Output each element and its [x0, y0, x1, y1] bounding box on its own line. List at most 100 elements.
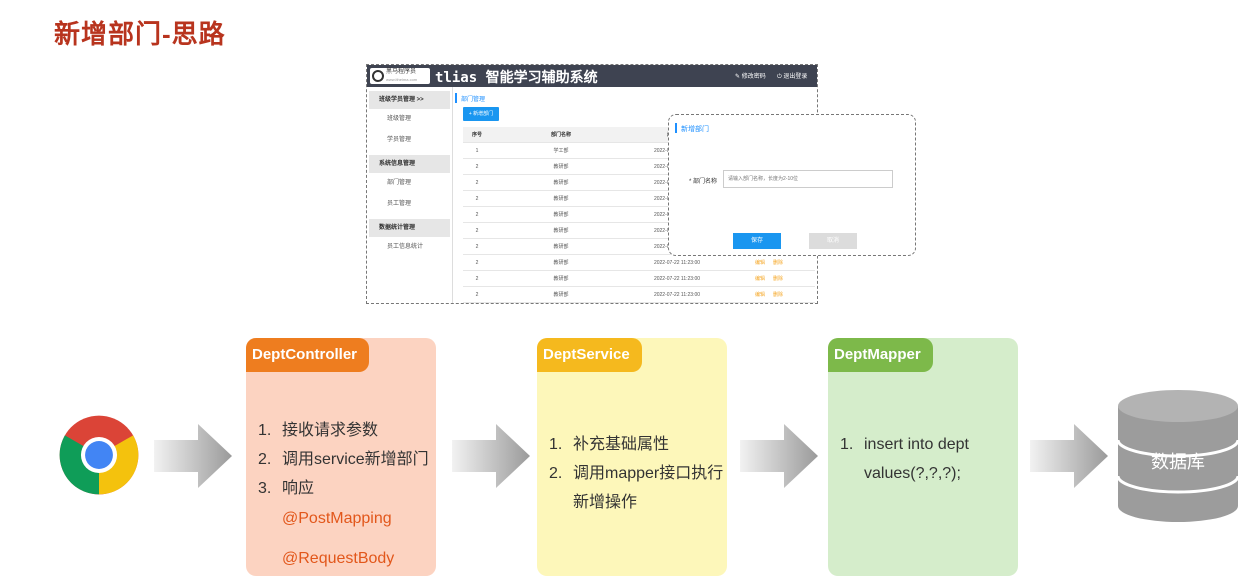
- cancel-button[interactable]: 取消: [809, 233, 857, 249]
- controller-tag: DeptController: [246, 338, 369, 372]
- table-cell: 2022-07-22 11:23:00: [653, 292, 701, 298]
- mapper-steps: 1. insert into dept values(?,?,?);: [840, 430, 1010, 488]
- app-sidebar: 班级学员管理 >> 班级管理 学员管理 系统信息管理 部门管理 员工管理 数据统…: [367, 87, 453, 303]
- sidebar-group-label: 班级学员管理 >>: [379, 97, 424, 103]
- app-logo: 黑马程序员 www.itheima.com: [370, 68, 430, 84]
- slide: 新增部门-思路 黑马程序员 www.itheima.com tlias 智能学习…: [0, 0, 1256, 578]
- app-title: tlias 智能学习辅助系统: [435, 70, 598, 86]
- breadcrumb: 部门管理: [461, 97, 486, 103]
- col-header-index: 序号: [471, 132, 482, 138]
- add-dept-dialog: 新增部门 * 部门名称 保存 取消: [668, 114, 916, 256]
- logout-link[interactable]: ⏻ 退出登录: [777, 71, 807, 81]
- service-tag: DeptService: [537, 338, 642, 372]
- edit-link[interactable]: 编辑: [755, 276, 765, 282]
- controller-box: DeptController 1. 接收请求参数 2. 调用service新增部门 …: [246, 338, 436, 576]
- table-row: 2 教研部 2022-07-22 11:23:00 编辑 删除: [463, 287, 815, 303]
- table-cell-ops: 编辑 删除: [723, 287, 815, 302]
- chrome-icon: [59, 415, 139, 495]
- list-item: 1. insert into dept values(?,?,?);: [840, 430, 1010, 488]
- service-box: DeptService 1. 补充基础属性 2. 调用mapper接口执行新增操作: [537, 338, 727, 576]
- logout-label: 退出登录: [783, 74, 808, 80]
- dept-name-input[interactable]: [723, 170, 893, 188]
- sidebar-group-stats[interactable]: 数据统计管理: [369, 219, 450, 237]
- dialog-title: 新增部门: [681, 126, 709, 133]
- table-cell-ops: 编辑 删除: [723, 255, 815, 270]
- breadcrumb-marker: [455, 93, 457, 103]
- table-cell: 2: [475, 164, 479, 170]
- table-cell: 教研部: [553, 212, 569, 218]
- list-item: 2. 调用service新增部门: [258, 445, 429, 474]
- table-cell: 2: [475, 212, 479, 218]
- add-dept-button[interactable]: + 新增部门: [463, 107, 499, 121]
- sidebar-item-class[interactable]: 班级管理: [367, 109, 452, 130]
- step-text: insert into dept values(?,?,?);: [864, 436, 969, 482]
- table-cell: 2: [475, 276, 479, 282]
- table-cell: 教研部: [553, 164, 569, 170]
- sidebar-item-dept[interactable]: 部门管理: [367, 173, 452, 194]
- dept-name-label: * 部门名称: [689, 179, 718, 185]
- table-cell: 2022-07-22 11:23:00: [653, 276, 701, 282]
- service-steps: 1. 补充基础属性 2. 调用mapper接口执行新增操作: [549, 430, 725, 517]
- list-item: 2. 调用mapper接口执行新增操作: [549, 459, 725, 517]
- edit-link[interactable]: 编辑: [755, 260, 765, 266]
- logo-text: 黑马程序员: [386, 69, 417, 75]
- change-password-link[interactable]: ✎ 修改密码: [735, 71, 766, 80]
- sidebar-group-system[interactable]: 系统信息管理: [369, 155, 450, 173]
- arrow-right-icon: [740, 424, 818, 488]
- sidebar-item-emp[interactable]: 员工管理: [367, 194, 452, 215]
- table-cell: 2: [475, 180, 479, 186]
- table-row: 2 教研部 2022-07-22 11:23:00 编辑 删除: [463, 255, 815, 271]
- app-header: 黑马程序员 www.itheima.com tlias 智能学习辅助系统 ✎ 修…: [367, 65, 817, 87]
- page-title: 新增部门-思路: [54, 19, 226, 49]
- save-button[interactable]: 保存: [733, 233, 781, 249]
- change-password-label: 修改密码: [741, 74, 766, 80]
- arrow-right-icon: [452, 424, 530, 488]
- table-cell: 2: [475, 292, 479, 298]
- logo-circle-icon: [372, 70, 384, 82]
- dialog-title-marker: [675, 123, 677, 133]
- mapper-tag: DeptMapper: [828, 338, 933, 372]
- table-cell: 教研部: [553, 228, 569, 234]
- sidebar-group-label: 系统信息管理: [379, 161, 416, 167]
- pen-icon: ✎: [735, 74, 741, 80]
- step-text: 接收请求参数: [282, 422, 379, 439]
- table-cell: 教研部: [553, 260, 569, 266]
- table-cell: 教研部: [553, 180, 569, 186]
- delete-link[interactable]: 删除: [773, 292, 783, 298]
- step-text: 响应: [282, 480, 315, 497]
- list-item: 3. 响应: [258, 474, 429, 503]
- table-cell: 2: [475, 228, 479, 234]
- logo-sub: www.itheima.com: [386, 77, 418, 82]
- step-text: 调用mapper接口执行新增操作: [573, 465, 724, 511]
- table-cell: 教研部: [553, 244, 569, 250]
- table-cell: 教研部: [553, 196, 569, 202]
- sidebar-item-emp-stats[interactable]: 员工信息统计: [367, 237, 452, 258]
- table-cell: 2: [475, 260, 479, 266]
- table-row: 2 教研部 2022-07-22 11:23:00 编辑 删除: [463, 271, 815, 287]
- power-icon: ⏻: [777, 74, 782, 80]
- delete-link[interactable]: 删除: [773, 276, 783, 282]
- sidebar-item-student[interactable]: 学员管理: [367, 130, 452, 151]
- arrow-right-icon: [154, 424, 232, 488]
- table-cell: 2: [475, 196, 479, 202]
- table-cell: 教研部: [553, 276, 569, 282]
- sidebar-group-class[interactable]: 班级学员管理 >>: [369, 91, 450, 109]
- annotation-post-mapping: @PostMapping: [282, 510, 392, 527]
- step-text: 补充基础属性: [573, 436, 670, 453]
- list-item: 1. 补充基础属性: [549, 430, 725, 459]
- arrow-right-icon: [1030, 424, 1108, 488]
- delete-link[interactable]: 删除: [773, 260, 783, 266]
- controller-steps: 1. 接收请求参数 2. 调用service新增部门 3. 响应: [258, 416, 429, 503]
- col-header-name: 部门名称: [550, 132, 571, 138]
- list-item: 1. 接收请求参数: [258, 416, 429, 445]
- mapper-box: DeptMapper 1. insert into dept values(?,?…: [828, 338, 1018, 576]
- table-cell: 1: [475, 148, 479, 154]
- database-label: 数据库: [1151, 452, 1205, 472]
- step-text: 调用service新增部门: [282, 451, 429, 468]
- table-cell: 2: [475, 244, 479, 250]
- edit-link[interactable]: 编辑: [755, 292, 765, 298]
- annotation-request-body: @RequestBody: [282, 550, 395, 567]
- table-cell: 2022-07-22 11:23:00: [653, 260, 701, 266]
- table-cell: 学工部: [553, 148, 569, 154]
- table-cell: 教研部: [553, 292, 569, 298]
